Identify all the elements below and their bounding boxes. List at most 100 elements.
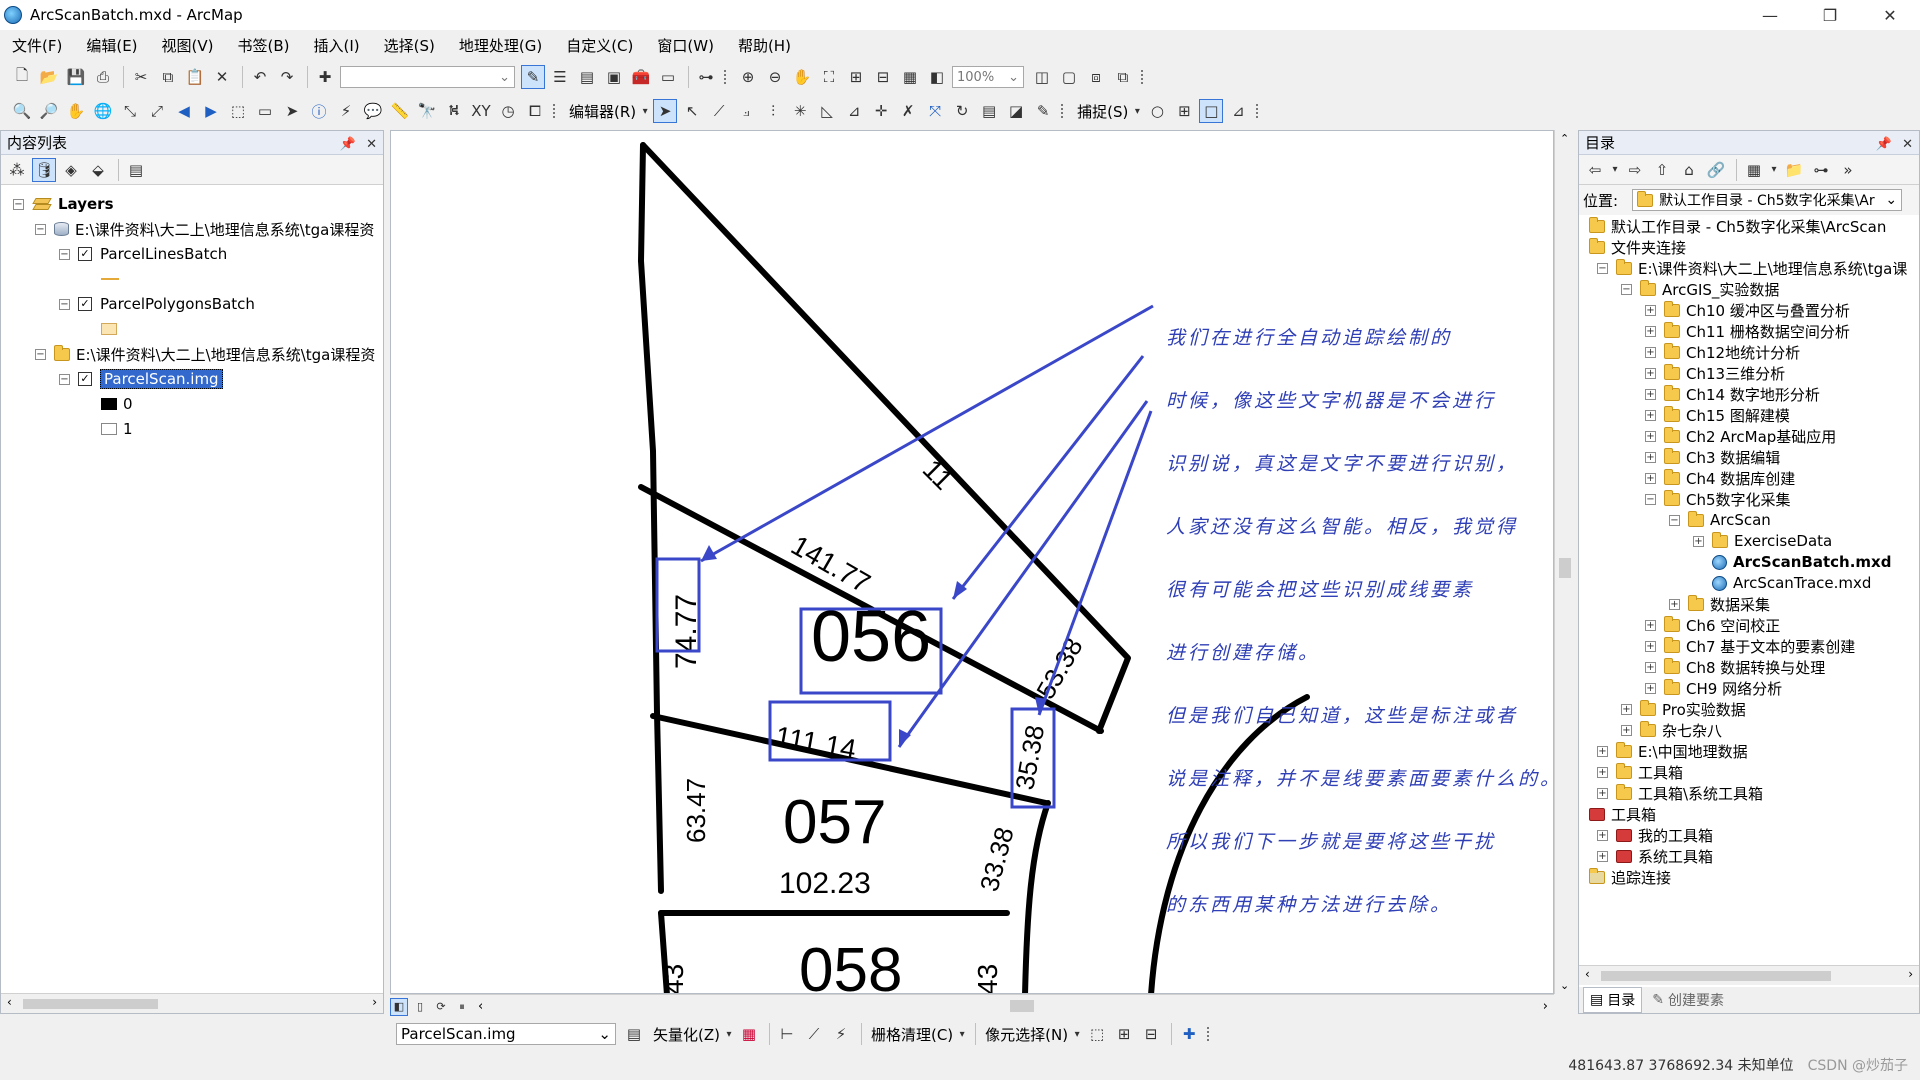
chevron-down-icon[interactable]: ▾ (1072, 1022, 1082, 1046)
fixed-zoom-in-icon[interactable]: ⤡ (118, 99, 142, 123)
catalog-item[interactable]: + Ch14 数字地形分析 (1645, 383, 1820, 405)
attributes-icon[interactable]: ▤ (977, 99, 1001, 123)
expand-icon[interactable]: + (1645, 388, 1656, 400)
data-view-icon[interactable]: ◧ (390, 997, 408, 1016)
time-slider-icon[interactable]: ◷ (496, 99, 520, 123)
end-snapping-icon[interactable]: ⊞ (1172, 99, 1196, 123)
toggle-draft-mode-icon[interactable]: ◫ (1030, 65, 1054, 89)
toc-source-row[interactable]: − E:\课件资料\大二上\地理信息系统\tga课程资 (35, 343, 375, 365)
catalog-item[interactable]: + ExerciseData (1693, 530, 1832, 552)
list-by-selection-icon[interactable]: ⬙ (86, 158, 110, 182)
zoom-percent-dropdown[interactable]: 100% ⌄ (952, 66, 1024, 88)
expand-icon[interactable]: + (1597, 766, 1608, 778)
menu-geoprocessing[interactable]: 地理处理(G) (457, 33, 544, 58)
raster-line-width-icon[interactable]: ✚ (1177, 1022, 1201, 1046)
catalog-item[interactable]: 工具箱 (1589, 803, 1656, 825)
chevron-down-icon[interactable]: ▾ (1769, 158, 1779, 182)
cell-selection-menu-button[interactable]: 像元选择(N) (985, 1024, 1068, 1045)
raster-snapping-options-icon[interactable]: ▤ (622, 1022, 646, 1046)
catalog-item[interactable]: − E:\课件资料\大二上\地理信息系统\tga课 (1597, 257, 1907, 279)
editor-menu-button[interactable]: 编辑器(R) (569, 101, 636, 122)
catalog-item[interactable]: + Ch3 数据编辑 (1645, 446, 1780, 468)
catalog-item[interactable]: 文件夹连接 (1589, 236, 1686, 258)
show-preview-icon[interactable]: ▦ (737, 1022, 761, 1046)
change-layout-icon[interactable]: ⧈ (1084, 65, 1108, 89)
back-arrow-icon[interactable]: ◀ (172, 99, 196, 123)
vectorization-trace-icon[interactable]: ⊢ (775, 1022, 799, 1046)
catalog-item[interactable]: + 系统工具箱 (1597, 845, 1713, 867)
toc-layer-row[interactable]: − ✓ ParcelScan.img (59, 368, 223, 390)
menu-insert[interactable]: 插入(I) (312, 33, 362, 58)
scroll-up-icon[interactable]: ⌃ (1560, 132, 1569, 145)
vectorization-trace-between-points-icon[interactable]: ⟋ (802, 1022, 826, 1046)
overflow-icon[interactable]: » (1836, 158, 1860, 182)
collapse-icon[interactable]: − (35, 223, 46, 235)
paste-icon[interactable]: 📋 (183, 65, 207, 89)
collapse-icon[interactable]: − (35, 348, 46, 360)
catalog-item[interactable]: + E:\中国地理数据 (1597, 740, 1748, 762)
expand-icon[interactable]: + (1645, 619, 1656, 631)
open-folder-icon[interactable]: 📂 (37, 65, 61, 89)
expand-icon[interactable]: + (1621, 703, 1632, 715)
full-extent-icon[interactable]: 🌐 (91, 99, 115, 123)
vectorization-menu-button[interactable]: 矢量化(Z) (653, 1024, 720, 1045)
fixed-zoom-out-icon[interactable]: ⤢ (145, 99, 169, 123)
expand-icon[interactable]: + (1597, 850, 1608, 862)
split-tool-icon[interactable]: ✗ (896, 99, 920, 123)
scroll-left-icon[interactable]: ‹ (7, 995, 12, 1009)
expand-icon[interactable]: + (1645, 325, 1656, 337)
catalog-item[interactable]: + CH9 网络分析 (1645, 677, 1782, 699)
catalog-item[interactable]: + Ch2 ArcMap基础应用 (1645, 425, 1836, 447)
toolbar-grip[interactable] (1256, 104, 1262, 118)
identify-icon[interactable]: ⓘ (307, 99, 331, 123)
catalog-item[interactable]: 追踪连接 (1589, 866, 1671, 888)
catalog-item[interactable]: − ArcGIS_实验数据 (1621, 278, 1779, 300)
home-icon[interactable]: ⌂ (1677, 158, 1701, 182)
layout-previous-icon[interactable]: ◧ (925, 65, 949, 89)
edge-snapping-icon[interactable]: ⊿ (1226, 99, 1250, 123)
find-icon[interactable]: 🔭 (415, 99, 439, 123)
remove-connected-cells-icon[interactable]: ⊟ (1139, 1022, 1163, 1046)
back-arrow-icon[interactable]: ⇦ (1583, 158, 1607, 182)
expand-icon[interactable]: + (1693, 535, 1704, 547)
catalog-item[interactable]: + Ch7 基于文本的要素创建 (1645, 635, 1855, 657)
collapse-icon[interactable]: − (59, 248, 70, 260)
model-builder-icon[interactable]: ⊶ (694, 65, 718, 89)
pin-icon[interactable]: 📌 (340, 137, 356, 152)
layout-100-icon[interactable]: ▦ (898, 65, 922, 89)
location-dropdown[interactable]: 默认工作目录 - Ch5数字化采集\Ar ⌄ (1632, 189, 1903, 211)
reshape-feature-icon[interactable]: ⊿ (842, 99, 866, 123)
menu-help[interactable]: 帮助(H) (736, 33, 793, 58)
chevron-down-icon[interactable]: ▾ (1610, 158, 1620, 182)
list-by-drawing-order-icon[interactable]: ⁂ (5, 158, 29, 182)
straight-segment-icon[interactable]: ⟋ (707, 99, 731, 123)
expand-icon[interactable]: + (1597, 829, 1608, 841)
menu-customize[interactable]: 自定义(C) (564, 33, 635, 58)
new-folder-icon[interactable]: 📁 (1782, 158, 1806, 182)
trace-icon[interactable]: ⫶ (761, 99, 785, 123)
edit-vertices-icon[interactable]: ◺ (815, 99, 839, 123)
expand-icon[interactable]: + (1645, 640, 1656, 652)
minimize-button[interactable]: — (1740, 0, 1800, 30)
layout-zoom-out-icon[interactable]: ⊖ (763, 65, 787, 89)
scroll-thumb[interactable] (1601, 971, 1831, 981)
scroll-left-icon[interactable]: ‹ (1585, 967, 1590, 981)
collapse-icon[interactable]: − (13, 198, 24, 210)
scroll-thumb[interactable] (1010, 1000, 1034, 1012)
catalog-horizontal-scrollbar[interactable]: ‹ › (1579, 965, 1919, 985)
edit-tool-icon[interactable]: ➤ (653, 99, 678, 123)
catalog-item[interactable]: + 工具箱\系统工具箱 (1597, 782, 1763, 804)
raster-layer-dropdown[interactable]: ParcelScan.img ⌄ (396, 1023, 616, 1045)
measure-icon[interactable]: 📏 (388, 99, 412, 123)
catalog-item[interactable]: 默认工作目录 - Ch5数字化采集\ArcScan (1589, 215, 1886, 237)
layer-visibility-checkbox[interactable]: ✓ (78, 247, 92, 261)
close-icon[interactable]: ✕ (1902, 137, 1913, 152)
layout-view-icon[interactable]: ▯ (411, 998, 429, 1016)
views-icon[interactable]: ▦ (1742, 158, 1766, 182)
new-document-icon[interactable]: 🗋 (10, 65, 34, 89)
catalog-item[interactable]: + 杂七杂八 (1621, 719, 1722, 741)
catalog-item[interactable]: + Ch15 图解建模 (1645, 404, 1790, 426)
create-viewer-window-icon[interactable]: ⧠ (523, 99, 547, 123)
chevron-down-icon[interactable]: ▾ (724, 1022, 734, 1046)
delete-icon[interactable]: ✕ (210, 65, 234, 89)
